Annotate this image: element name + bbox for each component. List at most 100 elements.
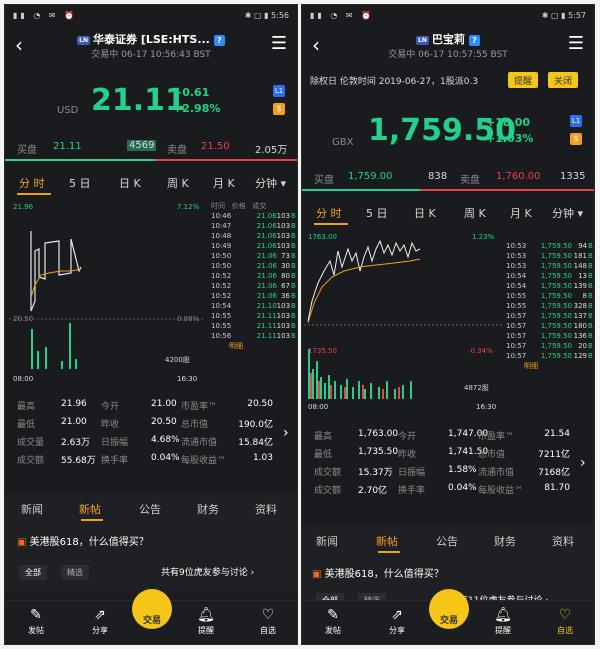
tick-volume: 137 xyxy=(573,312,587,320)
bid-ask-row: 买盘 21.11 4569 卖盘 21.50 2.05万 xyxy=(17,140,288,156)
topic-link[interactable]: ▣ 美港股618，什么值得买？ xyxy=(17,533,149,548)
level1-badge-icon[interactable]: L1 xyxy=(570,115,582,127)
chart-time-start: 08:00 xyxy=(13,375,34,383)
tab-monthly[interactable]: 月 K xyxy=(213,175,235,191)
filter-all[interactable]: 全部 xyxy=(19,565,47,580)
stock-name: LN 巴宝莉? xyxy=(302,31,594,47)
bid-volume: 4569 xyxy=(127,140,157,151)
heart-icon: ♡ xyxy=(558,607,572,623)
news-tab-profile[interactable]: 资料 xyxy=(255,501,277,517)
chart-time-start: 08:00 xyxy=(308,403,329,411)
tab-minute[interactable]: 分钟 ▾ xyxy=(552,205,583,221)
tick-volume: 180 xyxy=(573,322,587,330)
tick-row: 10:55 21.11 103 B xyxy=(211,321,297,331)
tab-intraday[interactable]: 分 时 xyxy=(316,205,342,221)
alert-button[interactable]: 🔔︎ 提醒 xyxy=(478,607,528,636)
tab-monthly[interactable]: 月 K xyxy=(510,205,532,221)
tick-time: 10:54 xyxy=(506,272,527,280)
discussion-count[interactable]: 共有9位虎友参与讨论 › xyxy=(161,565,254,578)
stat-label: 昨收 xyxy=(398,450,417,460)
news-tab-posts[interactable]: 新帖 xyxy=(376,533,398,549)
watchlist-button[interactable]: ♡ 自选 xyxy=(540,607,590,636)
detail-link[interactable]: 明细 xyxy=(506,361,594,371)
tab-minute[interactable]: 分钟 ▾ xyxy=(255,175,286,191)
post-button[interactable]: ✎ 发帖 xyxy=(11,607,61,636)
tick-volume: 148 xyxy=(573,262,587,270)
tick-time: 10:57 xyxy=(506,322,527,330)
fire-icon: ▣ xyxy=(312,569,322,580)
buy-flag-icon: B xyxy=(588,252,593,260)
news-tab-posts[interactable]: 新帖 xyxy=(79,501,101,517)
tick-time: 10:57 xyxy=(506,332,527,340)
chevron-right-icon[interactable]: › xyxy=(283,425,289,441)
compose-icon: ✎ xyxy=(327,607,339,623)
tab-5day[interactable]: 5 日 xyxy=(69,175,91,191)
tab-daily[interactable]: 日 K xyxy=(119,175,141,191)
filter-featured[interactable]: 精选 xyxy=(61,565,89,580)
ticks-rows: 10:46 21.06 103 B 10:47 21.06 103 B 10:48 21.06 10… xyxy=(211,211,297,341)
news-tab-profile[interactable]: 资料 xyxy=(552,533,574,549)
stock-header: ‹ LN 巴宝莉? 交易中 06-17 10:57:55 BST ☰ xyxy=(302,27,594,65)
buy-flag-icon: B xyxy=(291,252,296,260)
list-menu-icon[interactable]: ☰ xyxy=(271,33,287,54)
tick-row: 10:54 1,759.50 13 B xyxy=(506,271,594,281)
chevron-right-icon[interactable]: › xyxy=(580,455,586,471)
watchlist-button[interactable]: ♡ 自选 xyxy=(243,607,293,636)
trading-status: 交易中 06-17 10:56:43 BST xyxy=(91,50,211,60)
trade-button[interactable]: 交易 xyxy=(429,589,469,629)
news-tab-announce[interactable]: 公告 xyxy=(139,501,161,517)
buy-flag-icon: B xyxy=(291,262,296,270)
dollar-badge-icon[interactable]: $ xyxy=(273,103,285,115)
stat-value: 15.37万 xyxy=(358,468,393,478)
stat-value: 20.50 xyxy=(247,399,273,409)
post-button[interactable]: ✎ 发帖 xyxy=(308,607,358,636)
tab-weekly[interactable]: 周 K xyxy=(167,175,189,191)
news-tab-news[interactable]: 新闻 xyxy=(316,533,338,549)
tick-price: 21.06 xyxy=(256,232,277,240)
ticks-rows: 10:53 1,759.50 94 B 10:53 1,759.50 181 B 10:53 1,… xyxy=(506,241,594,361)
tick-price: 21.06 xyxy=(256,252,277,260)
active-tab-underline xyxy=(17,193,51,195)
tick-volume: 103 xyxy=(276,302,291,310)
tick-time: 10:57 xyxy=(506,312,527,320)
news-tab-finance[interactable]: 财务 xyxy=(494,533,516,549)
tick-row: 10:50 21.06 73 B xyxy=(211,251,297,261)
status-bar: ▮▮ ◔ ✉ ⏰ ✱ ▢ ▮ 5:56 xyxy=(5,5,297,27)
topic-link[interactable]: ▣ 美港股618，什么值得买？ xyxy=(312,565,444,580)
tick-price: 21.06 xyxy=(256,212,277,220)
tab-weekly[interactable]: 周 K xyxy=(464,205,486,221)
tab-5day[interactable]: 5 日 xyxy=(366,205,388,221)
list-menu-icon[interactable]: ☰ xyxy=(568,33,584,54)
share-button[interactable]: ⇗ 分享 xyxy=(75,607,125,636)
currency-label: GBX xyxy=(332,137,354,148)
trade-button[interactable]: 交易 xyxy=(132,589,172,629)
signal-icons: ▮▮ ◔ ✉ ⏰ xyxy=(310,11,375,20)
remind-button[interactable]: 提醒 xyxy=(508,72,539,88)
tab-daily[interactable]: 日 K xyxy=(414,205,436,221)
share-button[interactable]: ⇗ 分享 xyxy=(372,607,422,636)
help-icon[interactable]: ? xyxy=(468,35,480,46)
buy-flag-icon: B xyxy=(291,332,296,340)
tick-price: 21.06 xyxy=(256,222,277,230)
detail-link[interactable]: 明细 xyxy=(211,341,297,351)
tick-price: 21.06 xyxy=(256,292,277,300)
bid-price: 1,759.00 xyxy=(348,171,393,182)
news-tab-announce[interactable]: 公告 xyxy=(436,533,458,549)
news-tab-news[interactable]: 新闻 xyxy=(21,501,43,517)
alert-button[interactable]: 🔔︎ 提醒 xyxy=(181,607,231,636)
level1-badge-icon[interactable]: L1 xyxy=(273,85,285,97)
tick-time: 10:52 xyxy=(211,272,232,280)
tick-row: 10:49 21.06 103 B xyxy=(211,241,297,251)
close-notice-button[interactable]: 关闭 xyxy=(548,72,579,88)
dollar-badge-icon[interactable]: $ xyxy=(570,133,582,145)
tick-time: 10:46 xyxy=(211,212,232,220)
ask-price: 1,760.00 xyxy=(496,171,541,182)
price-change: +0.61 xyxy=(173,86,210,99)
tick-row: 10:53 1,759.50 94 B xyxy=(506,241,594,251)
tab-intraday[interactable]: 分 时 xyxy=(19,175,45,191)
status-time: ✱ ▢ ▮ 5:56 xyxy=(244,11,289,20)
bid-bar xyxy=(5,159,155,161)
news-tab-finance[interactable]: 财务 xyxy=(197,501,219,517)
help-icon[interactable]: ? xyxy=(213,35,225,46)
news-section: 新闻 新帖 公告 财务 资料 ▣ 美港股618，什么值得买？ 全部 精选 共有9… xyxy=(5,493,297,593)
